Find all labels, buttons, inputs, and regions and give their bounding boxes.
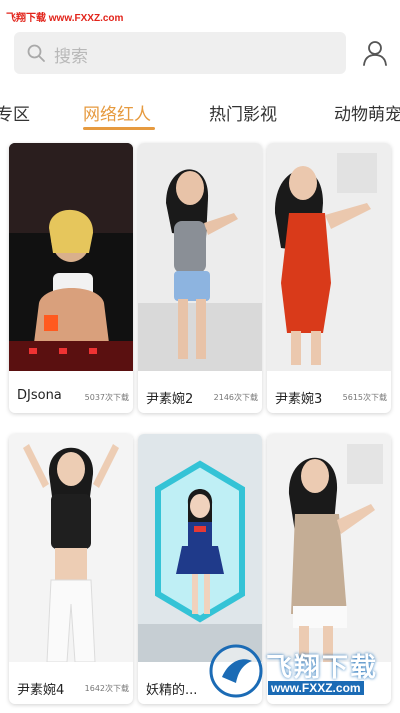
card-title: 尹素婉3 [275, 392, 323, 407]
watermark-logo: 飞翔下载 www.FXXZ.com [208, 643, 400, 701]
video-card[interactable]: 尹素婉3 5615次下载 [267, 143, 391, 413]
active-tab-indicator [83, 127, 155, 130]
status-area: 飞翔下载 www.FXXZ.com [0, 0, 400, 30]
watermark-logo-name: 飞翔下载 [266, 652, 379, 682]
watermark-logo-icon [209, 644, 263, 698]
category-tabs: 专区 网络红人 热门影视 动物萌宠 [0, 96, 400, 132]
tab-zone[interactable]: 专区 [0, 100, 30, 125]
search-row: 搜索 [14, 32, 400, 74]
video-thumbnail [9, 434, 133, 662]
card-title: DJsona [17, 388, 62, 403]
watermark-text: 飞翔下载 www.FXXZ.com [6, 13, 124, 24]
search-input[interactable]: 搜索 [14, 32, 346, 74]
download-count: 5615次下载 [342, 393, 387, 402]
video-card[interactable]: DJsona 5037次下载 [9, 143, 133, 413]
video-thumbnail [267, 143, 391, 371]
search-icon [27, 44, 45, 62]
user-profile-icon[interactable] [360, 38, 390, 68]
download-count: 1642次下载 [84, 684, 129, 693]
video-thumbnail [9, 143, 133, 371]
card-title: 尹素婉4 [17, 683, 65, 698]
watermark-logo-url: www.FXXZ.com [268, 681, 364, 695]
download-count: 2146次下载 [213, 393, 258, 402]
search-placeholder: 搜索 [54, 47, 88, 67]
tab-cute-pets[interactable]: 动物萌宠 [334, 100, 400, 125]
tab-hot-movies[interactable]: 热门影视 [209, 100, 277, 125]
video-thumbnail [138, 434, 262, 662]
video-card[interactable]: 尹素婉2 2146次下载 [138, 143, 262, 413]
video-card[interactable]: 尹素婉4 1642次下载 [9, 434, 133, 704]
video-thumbnail [267, 434, 391, 662]
card-title: 妖精的... [146, 683, 198, 698]
download-count: 5037次下载 [84, 393, 129, 402]
video-thumbnail [138, 143, 262, 371]
card-title: 尹素婉2 [146, 392, 194, 407]
tab-internet-celebrity[interactable]: 网络红人 [83, 100, 151, 125]
